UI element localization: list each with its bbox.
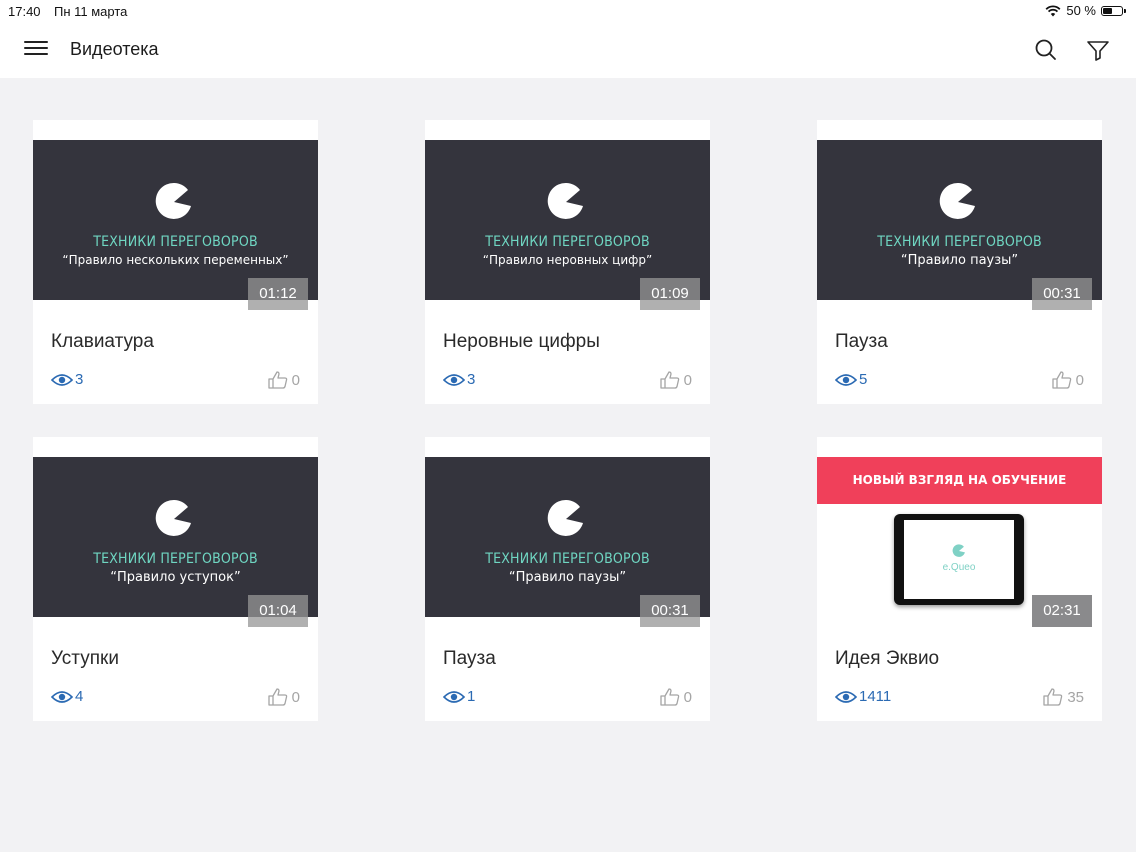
views-count: 3 — [51, 371, 83, 388]
likes-value: 35 — [1067, 688, 1084, 706]
eye-icon — [51, 373, 73, 386]
video-thumbnail[interactable]: ТЕХНИКИ ПЕРЕГОВОРОВ “Правило паузы” — [817, 140, 1102, 300]
duration-badge: 01:04 — [248, 595, 308, 627]
likes-count[interactable]: 0 — [1052, 371, 1084, 389]
thumbnail-subtitle: “Правило уступок” — [110, 570, 241, 585]
eye-icon — [51, 690, 73, 703]
status-bar: 17:40 Пн 11 марта 50 % — [0, 0, 1136, 22]
pacman-logo-icon — [547, 499, 583, 536]
likes-count[interactable]: 0 — [268, 688, 300, 706]
views-value: 4 — [75, 688, 84, 705]
views-value: 3 — [467, 371, 476, 388]
pacman-logo-icon — [952, 544, 965, 557]
thumbnail-subtitle: “Правило паузы” — [508, 570, 627, 585]
likes-count[interactable]: 0 — [660, 688, 692, 706]
views-value: 5 — [859, 371, 868, 388]
status-right: 50 % — [1045, 3, 1126, 18]
video-card[interactable]: ТЕХНИКИ ПЕРЕГОВОРОВ “Правило паузы” 00:3… — [817, 120, 1102, 404]
thumbnail-heading: ТЕХНИКИ ПЕРЕГОВОРОВ — [485, 551, 650, 567]
thumbs-up-icon — [660, 688, 679, 706]
thumbnail-subtitle: “Правило нескольких переменных” — [62, 253, 289, 267]
tablet-image: e.Queo — [894, 514, 1024, 605]
page-title: Видеотека — [70, 39, 159, 59]
tablet-screen: e.Queo — [904, 520, 1014, 599]
pacman-logo-icon — [155, 499, 191, 536]
duration-badge: 01:09 — [640, 278, 700, 310]
video-title: Неровные цифры — [443, 331, 600, 352]
video-card[interactable]: ТЕХНИКИ ПЕРЕГОВОРОВ “Правило нескольких … — [33, 120, 318, 404]
video-card[interactable]: ТЕХНИКИ ПЕРЕГОВОРОВ “Правило неровных ци… — [425, 120, 710, 404]
views-count: 5 — [835, 371, 867, 388]
duration-badge: 01:12 — [248, 278, 308, 310]
video-title: Идея Эквио — [835, 648, 940, 669]
video-title: Клавиатура — [51, 331, 154, 352]
brand-logo-text: e.Queo — [942, 562, 976, 573]
likes-value: 0 — [1075, 371, 1084, 389]
views-value: 1 — [467, 688, 476, 705]
filter-icon[interactable] — [1085, 37, 1111, 63]
hamburger-menu-icon[interactable] — [24, 38, 48, 62]
battery-icon — [1101, 5, 1123, 16]
video-thumbnail[interactable]: ТЕХНИКИ ПЕРЕГОВОРОВ “Правило паузы” — [425, 457, 710, 617]
thumbs-up-icon — [1043, 688, 1063, 706]
nav-bar: Видеотека — [0, 22, 1136, 78]
thumbnail-heading: ТЕХНИКИ ПЕРЕГОВОРОВ — [93, 234, 258, 250]
video-grid: ТЕХНИКИ ПЕРЕГОВОРОВ “Правило нескольких … — [33, 120, 1102, 721]
battery-cap — [1124, 8, 1126, 13]
thumbs-up-icon — [1052, 371, 1071, 389]
likes-value: 0 — [291, 688, 300, 706]
video-card[interactable]: НОВЫЙ ВЗГЛЯД НА ОБУЧЕНИЕ ПЕРСОНАЛА e.Que… — [817, 437, 1102, 721]
video-thumbnail[interactable]: ТЕХНИКИ ПЕРЕГОВОРОВ “Правило уступок” — [33, 457, 318, 617]
wifi-icon — [1045, 4, 1061, 16]
likes-count[interactable]: 0 — [660, 371, 692, 389]
status-time: 17:40 — [8, 4, 41, 19]
thumbs-up-icon — [268, 688, 287, 706]
thumbnail-heading: ТЕХНИКИ ПЕРЕГОВОРОВ — [877, 234, 1042, 250]
video-card[interactable]: ТЕХНИКИ ПЕРЕГОВОРОВ “Правило уступок” 01… — [33, 437, 318, 721]
pacman-logo-icon — [547, 182, 583, 219]
pacman-logo-icon — [939, 182, 975, 219]
video-thumbnail[interactable]: ТЕХНИКИ ПЕРЕГОВОРОВ “Правило неровных ци… — [425, 140, 710, 300]
duration-badge: 02:31 — [1032, 595, 1092, 627]
pacman-logo-icon — [155, 182, 191, 219]
thumbs-up-icon — [660, 371, 679, 389]
views-count: 1411 — [835, 688, 891, 705]
status-date: Пн 11 марта — [54, 4, 128, 19]
video-thumbnail[interactable]: ТЕХНИКИ ПЕРЕГОВОРОВ “Правило нескольких … — [33, 140, 318, 300]
likes-value: 0 — [683, 371, 692, 389]
eye-icon — [443, 690, 465, 703]
thumbnail-heading: ТЕХНИКИ ПЕРЕГОВОРОВ — [93, 551, 258, 567]
video-title: Уступки — [51, 648, 119, 669]
eye-icon — [443, 373, 465, 386]
likes-value: 0 — [291, 371, 300, 389]
thumbs-up-icon — [268, 371, 287, 389]
eye-icon — [835, 690, 857, 703]
thumbnail-subtitle: “Правило паузы” — [900, 253, 1019, 268]
thumbnail-subtitle: “Правило неровных цифр” — [482, 253, 653, 267]
video-card[interactable]: ТЕХНИКИ ПЕРЕГОВОРОВ “Правило паузы” 00:3… — [425, 437, 710, 721]
duration-badge: 00:31 — [1032, 278, 1092, 310]
eye-icon — [835, 373, 857, 386]
video-thumbnail[interactable]: НОВЫЙ ВЗГЛЯД НА ОБУЧЕНИЕ ПЕРСОНАЛА e.Que… — [817, 457, 1102, 617]
likes-count[interactable]: 35 — [1043, 688, 1084, 706]
search-icon[interactable] — [1033, 37, 1059, 63]
video-title: Пауза — [443, 648, 496, 669]
likes-value: 0 — [683, 688, 692, 706]
views-value: 1411 — [859, 688, 892, 705]
views-count: 1 — [443, 688, 475, 705]
likes-count[interactable]: 0 — [268, 371, 300, 389]
video-title: Пауза — [835, 331, 888, 352]
views-count: 3 — [443, 371, 475, 388]
thumbnail-heading: ТЕХНИКИ ПЕРЕГОВОРОВ — [485, 234, 650, 250]
promo-banner: НОВЫЙ ВЗГЛЯД НА ОБУЧЕНИЕ ПЕРСОНАЛА — [817, 457, 1102, 534]
battery-fill — [1103, 7, 1112, 14]
views-value: 3 — [75, 371, 84, 388]
battery-percent: 50 % — [1066, 3, 1096, 18]
views-count: 4 — [51, 688, 83, 705]
duration-badge: 00:31 — [640, 595, 700, 627]
